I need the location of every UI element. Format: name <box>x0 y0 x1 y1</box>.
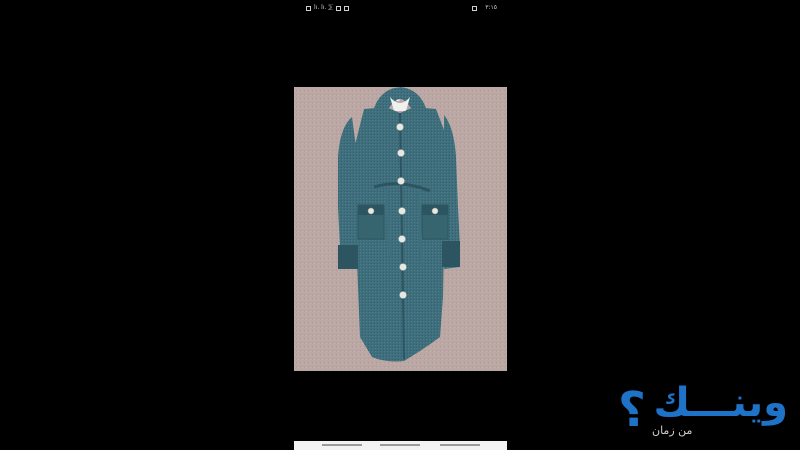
status-indicators-left: lı. lı. ⅀ <box>306 0 350 16</box>
button-3 <box>397 177 405 185</box>
pocket-button-right <box>431 207 439 215</box>
watermark-logo: ؟ وينـــك من زمان <box>614 378 794 442</box>
recent-apps-button[interactable] <box>322 444 362 446</box>
right-cuff <box>442 241 460 267</box>
watermark-question-mark: ؟ <box>618 382 646 438</box>
sim-icon <box>306 5 311 11</box>
home-button[interactable] <box>380 444 420 446</box>
back-button[interactable] <box>440 444 480 446</box>
product-photo[interactable] <box>294 87 507 371</box>
cardigan-image <box>294 87 507 371</box>
button-5 <box>398 235 406 243</box>
button-1 <box>396 123 404 131</box>
signal-indicators: lı. lı. ⅀ <box>314 4 334 11</box>
pocket-button-left <box>367 207 375 215</box>
alarm-icon <box>344 5 350 11</box>
left-cuff <box>338 245 358 269</box>
status-bar: lı. lı. ⅀ ٣:١٥ <box>294 0 507 16</box>
watermark-subtitle: من زمان <box>652 424 693 437</box>
mute-icon <box>336 5 342 11</box>
button-2 <box>397 149 405 157</box>
watermark-title: وينـــك <box>653 380 788 426</box>
phone-screen: lı. lı. ⅀ ٣:١٥ <box>294 0 507 450</box>
navigation-bar <box>294 441 507 450</box>
button-6 <box>399 263 407 271</box>
button-4 <box>398 207 406 215</box>
gallery-icon <box>472 5 478 11</box>
button-7 <box>399 291 407 299</box>
status-indicators-right: ٣:١٥ <box>472 0 497 16</box>
status-time: ٣:١٥ <box>485 4 497 11</box>
